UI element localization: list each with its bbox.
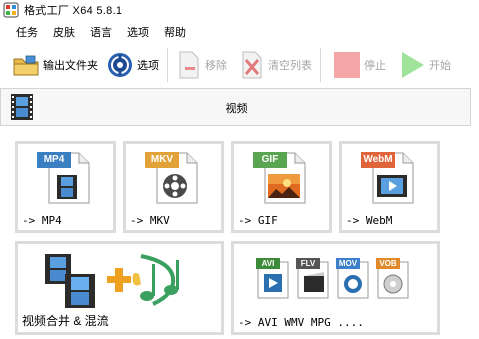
mkv-tag: MKV <box>150 154 174 165</box>
mp4-tag: MP4 <box>43 154 65 165</box>
tile-label: -> MP4 <box>22 214 62 227</box>
merge-video-audio-icon <box>45 254 179 308</box>
avi-tag: AVI <box>261 259 275 268</box>
tile-convert-webm[interactable]: WebM -> WebM <box>339 141 440 233</box>
clear-list-icon <box>242 51 262 79</box>
flv-tag: FLV <box>300 259 316 268</box>
tile-convert-mkv[interactable]: MKV -> MKV <box>123 141 224 233</box>
remove-file-icon <box>179 51 199 79</box>
gear-icon <box>108 53 132 77</box>
toolbar: 输出文件夹 选项 移除 清空列表 停止 开始 <box>0 44 479 86</box>
tile-convert-gif[interactable]: GIF -> GIF <box>231 141 332 233</box>
menu-item-skin[interactable]: 皮肤 <box>53 23 75 41</box>
stop-label: 停止 <box>364 60 386 72</box>
menu-item-help[interactable]: 帮助 <box>164 23 186 41</box>
folder-icon <box>13 55 39 76</box>
video-tools-panel: MP4 -> MP4 MKV -> MKV GIF -> GIF WebM ->… <box>0 128 471 339</box>
tile-convert-other-formats[interactable]: AVI FLV MOV VOB -> AVI WMV MPG .... <box>231 241 440 335</box>
menu-item-language[interactable]: 语言 <box>90 23 112 41</box>
gif-tag: GIF <box>261 154 279 165</box>
start-label: 开始 <box>429 60 451 72</box>
menu-item-tasks[interactable]: 任务 <box>16 23 38 41</box>
remove-label: 移除 <box>205 60 227 72</box>
tile-video-merge[interactable]: 视频合并 & 混流 <box>15 241 224 335</box>
tile-label: -> MKV <box>130 214 170 227</box>
app-logo-icon <box>3 2 19 18</box>
category-title: 视频 <box>225 103 248 115</box>
options-label: 选项 <box>137 60 159 72</box>
vob-tag: VOB <box>379 259 397 268</box>
tile-label: -> WebM <box>346 214 393 227</box>
toolbar-separator <box>320 48 321 82</box>
tile-label: -> AVI WMV MPG .... <box>238 316 364 329</box>
menu-item-options[interactable]: 选项 <box>127 23 149 41</box>
category-header-video[interactable]: 视频 <box>0 88 471 126</box>
webm-tag: WebM <box>363 154 393 165</box>
menu-bar: 任务 皮肤 语言 选项 帮助 <box>0 22 186 42</box>
toolbar-separator <box>167 48 168 82</box>
start-button[interactable]: 开始 <box>394 46 455 84</box>
tile-label: -> GIF <box>238 214 278 227</box>
clear-list-button[interactable]: 清空列表 <box>235 46 316 84</box>
mov-tag: MOV <box>338 259 358 268</box>
output-folder-button[interactable]: 输出文件夹 <box>8 46 102 84</box>
remove-button[interactable]: 移除 <box>172 46 231 84</box>
stop-icon <box>334 52 360 78</box>
tile-label: 视频合并 & 混流 <box>22 314 109 328</box>
stop-button[interactable]: 停止 <box>329 46 390 84</box>
tile-convert-mp4[interactable]: MP4 -> MP4 <box>15 141 116 233</box>
clear-list-label: 清空列表 <box>268 60 312 72</box>
options-button[interactable]: 选项 <box>102 46 163 84</box>
window-title: 格式工厂 X64 5.8.1 <box>24 5 123 17</box>
title-bar: 格式工厂 X64 5.8.1 <box>0 0 479 20</box>
play-icon <box>402 52 424 78</box>
output-folder-label: 输出文件夹 <box>43 60 98 72</box>
